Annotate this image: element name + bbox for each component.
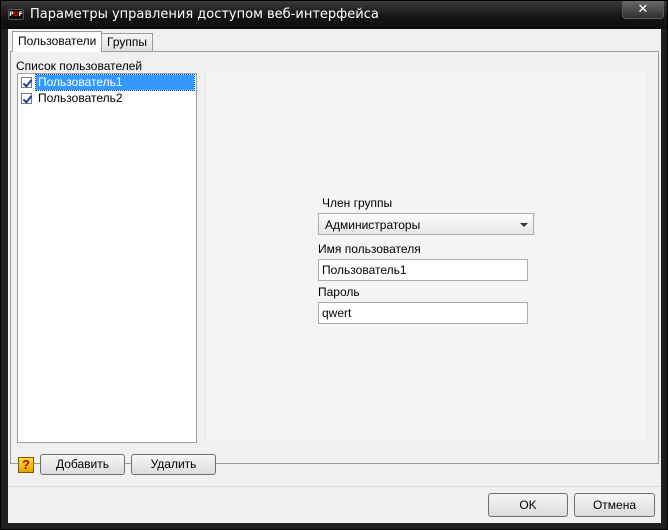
user-enabled-checkbox[interactable]	[21, 93, 32, 104]
user-name-label: Пользователь2	[38, 91, 123, 105]
cancel-button[interactable]: Отмена	[574, 493, 655, 517]
list-item[interactable]: Пользователь2	[20, 91, 195, 106]
user-list[interactable]: Пользователь1 Пользователь2	[17, 73, 197, 443]
app-logo-icon: PDF	[8, 9, 24, 20]
username-label: Имя пользователя	[318, 242, 421, 256]
group-select-value: Администраторы	[325, 218, 421, 232]
dialog-footer: OK Отмена	[8, 486, 661, 523]
password-label: Пароль	[318, 285, 360, 299]
user-enabled-checkbox[interactable]	[21, 77, 32, 88]
add-user-button[interactable]: Добавить	[40, 454, 125, 475]
chevron-down-icon[interactable]	[520, 223, 528, 227]
ok-button[interactable]: OK	[488, 493, 568, 517]
help-icon[interactable]: ?	[18, 457, 34, 473]
close-button[interactable]: ✕	[622, 1, 664, 19]
dialog-window: PDF Параметры управления доступом веб-ин…	[0, 0, 668, 530]
list-item[interactable]: Пользователь1	[20, 74, 195, 91]
tab-users[interactable]: Пользователи	[12, 31, 103, 52]
user-name-label: Пользователь1	[35, 74, 195, 91]
title-bar[interactable]: PDF Параметры управления доступом веб-ин…	[1, 1, 667, 29]
username-field[interactable]: Пользователь1	[318, 259, 528, 281]
window-title: Параметры управления доступом веб-интерф…	[30, 7, 379, 22]
user-list-caption: Список пользователей	[16, 59, 143, 73]
tab-groups[interactable]: Группы	[101, 33, 153, 51]
user-details-panel	[205, 73, 646, 441]
remove-user-button[interactable]: Удалить	[131, 454, 216, 475]
group-select[interactable]: Администраторы	[318, 213, 534, 235]
password-field[interactable]: qwert	[318, 302, 528, 324]
group-label: Член группы	[322, 196, 393, 210]
dialog-client-area: Пользователи Группы Список пользователей…	[8, 29, 661, 523]
